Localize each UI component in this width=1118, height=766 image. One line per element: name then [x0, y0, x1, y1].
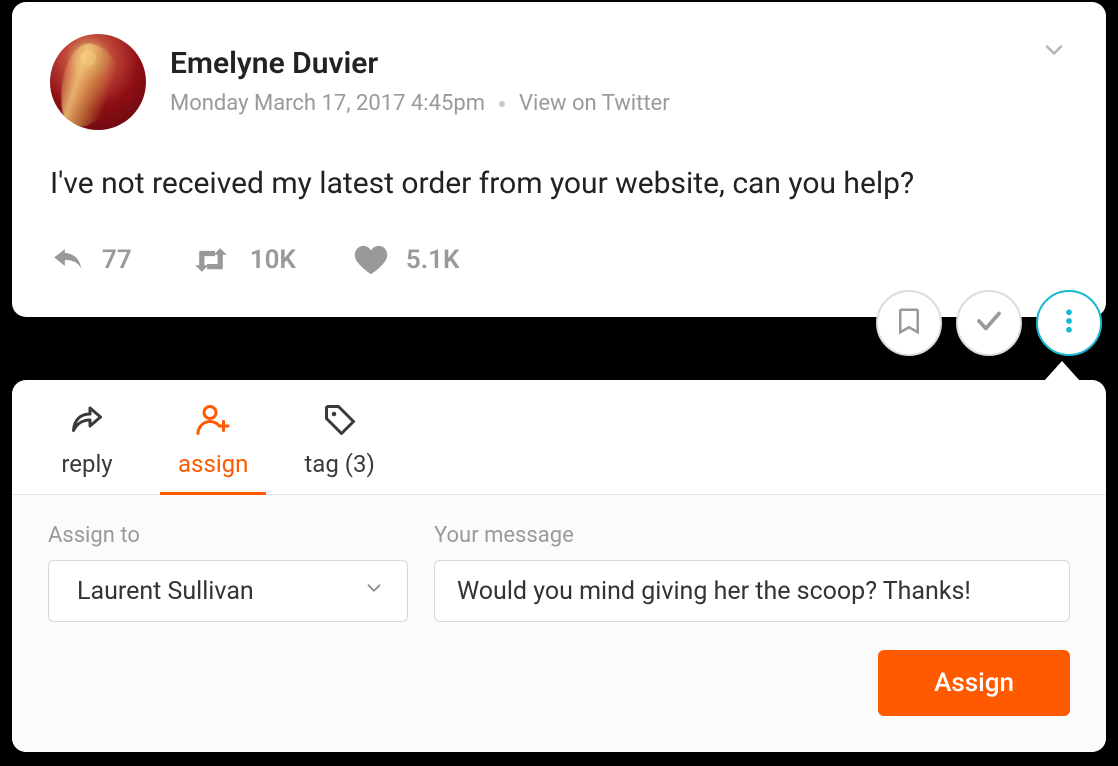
author-name[interactable]: Emelyne Duvier — [170, 46, 670, 81]
popover-arrow — [1044, 361, 1080, 381]
retweet-count: 10K — [250, 245, 296, 275]
message-body: I've not received my latest order from y… — [50, 164, 1068, 205]
tab-label: reply — [61, 450, 112, 478]
reply-stat[interactable]: 77 — [50, 243, 132, 277]
collapse-button[interactable] — [1040, 36, 1068, 64]
card-action-buttons — [876, 290, 1102, 356]
check-icon — [974, 306, 1004, 340]
mark-done-button[interactable] — [956, 290, 1022, 356]
form-actions: Assign — [48, 650, 1070, 716]
field-label: Assign to — [48, 523, 408, 548]
like-count: 5.1K — [406, 245, 460, 275]
assign-person-icon — [195, 402, 231, 444]
assign-submit-button[interactable]: Assign — [878, 650, 1070, 716]
timestamp: Monday March 17, 2017 4:45pm — [170, 91, 485, 116]
tab-tag[interactable]: tag (3) — [304, 402, 374, 494]
assign-form: Assign to Laurent Sullivan Your message … — [12, 495, 1106, 752]
more-vertical-icon — [1054, 306, 1084, 340]
message-header: Emelyne Duvier Monday March 17, 2017 4:4… — [50, 34, 1068, 130]
heart-icon — [354, 244, 388, 276]
assign-to-selected-value: Laurent Sullivan — [77, 577, 254, 606]
separator-dot — [499, 101, 505, 107]
share-arrow-icon — [69, 402, 105, 444]
bookmark-button[interactable] — [876, 290, 942, 356]
reply-icon — [50, 243, 84, 277]
avatar[interactable] — [50, 34, 146, 130]
message-card: Emelyne Duvier Monday March 17, 2017 4:4… — [12, 2, 1106, 317]
view-on-source-link[interactable]: View on Twitter — [519, 91, 670, 116]
assign-to-field: Assign to Laurent Sullivan — [48, 523, 408, 622]
like-stat[interactable]: 5.1K — [354, 244, 460, 276]
chevron-down-icon — [1040, 49, 1068, 68]
assign-to-select[interactable]: Laurent Sullivan — [48, 560, 408, 622]
tab-assign[interactable]: assign — [178, 402, 248, 494]
tag-icon — [322, 402, 358, 444]
reply-count: 77 — [102, 245, 132, 275]
message-field: Your message — [434, 523, 1070, 622]
retweet-stat[interactable]: 10K — [190, 245, 296, 275]
author-block: Emelyne Duvier Monday March 17, 2017 4:4… — [170, 34, 670, 116]
stats-row: 77 10K 5.1K — [50, 243, 1068, 277]
more-actions-button[interactable] — [1036, 290, 1102, 356]
tab-reply[interactable]: reply — [52, 402, 122, 494]
action-panel: reply assign tag (3) Assign to Laurent S… — [12, 380, 1106, 752]
retweet-icon — [190, 245, 232, 275]
panel-tabs: reply assign tag (3) — [12, 380, 1106, 495]
chevron-down-icon — [363, 577, 385, 606]
meta-line: Monday March 17, 2017 4:45pm View on Twi… — [170, 91, 670, 116]
tab-label: assign — [178, 450, 248, 478]
field-label: Your message — [434, 523, 1070, 548]
tab-label: tag (3) — [304, 450, 374, 478]
bookmark-icon — [894, 306, 924, 340]
message-input[interactable] — [434, 560, 1070, 622]
